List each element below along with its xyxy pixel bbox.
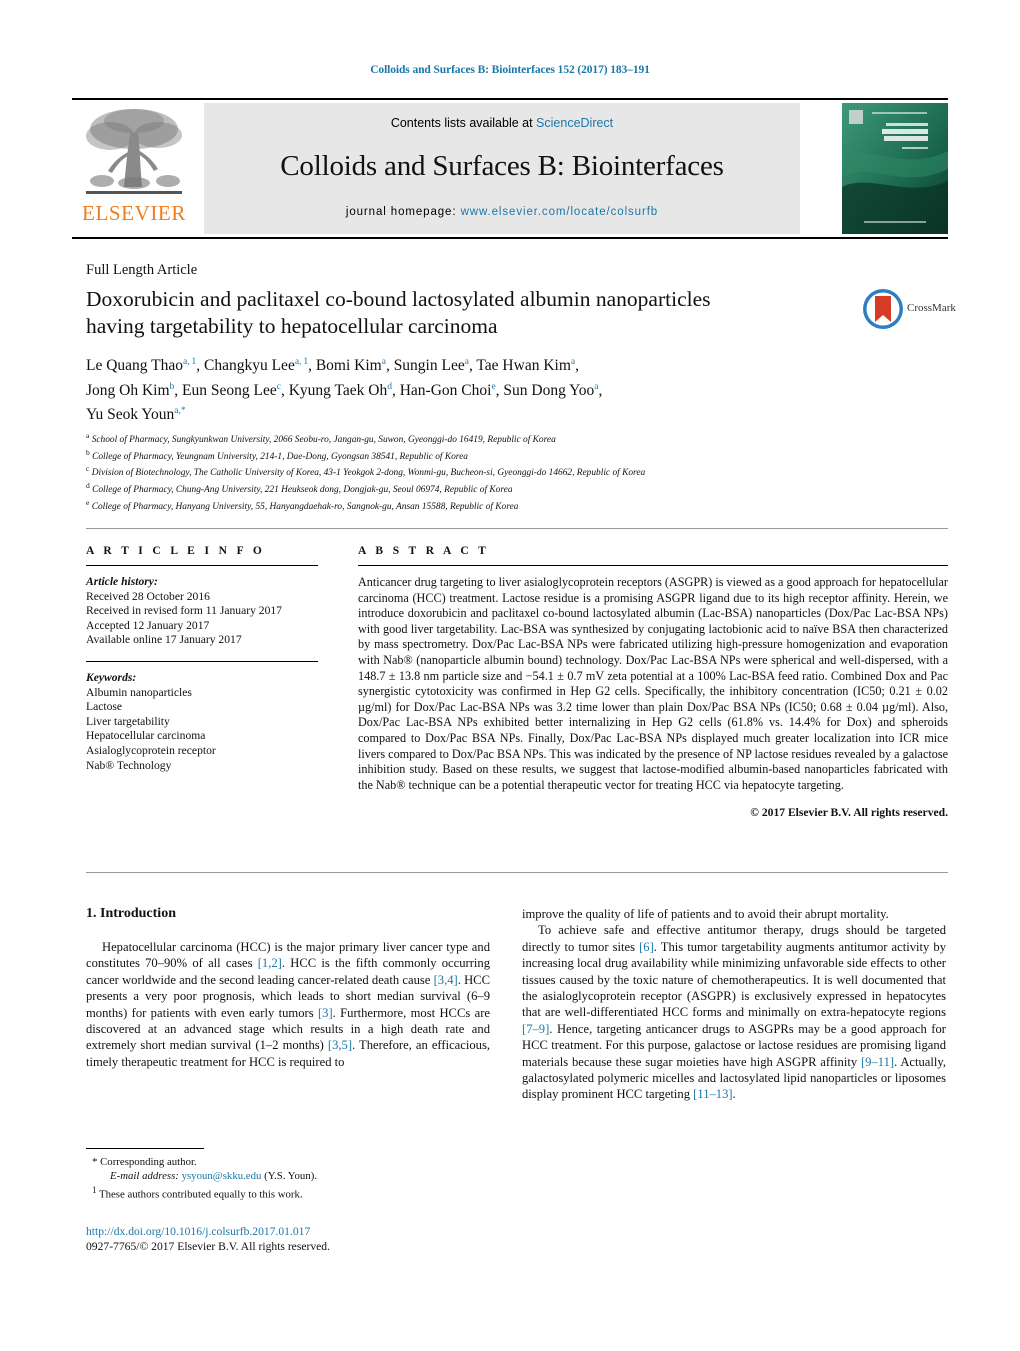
- citation-ref[interactable]: [7–9]: [522, 1022, 549, 1036]
- elsevier-wordmark: ELSEVIER: [82, 201, 186, 225]
- affiliation-item: a School of Pharmacy, Sungkyunkwan Unive…: [86, 430, 916, 447]
- affiliation-item: c Division of Biotechnology, The Catholi…: [86, 463, 916, 480]
- body-column-right: improve the quality of life of patients …: [522, 906, 946, 1103]
- article-history: Article history: Received 28 October 201…: [86, 575, 318, 648]
- affiliation-mark: d: [86, 481, 90, 491]
- crossmark-badge[interactable]: CrossMark: [862, 288, 958, 334]
- affiliation-list: a School of Pharmacy, Sungkyunkwan Unive…: [86, 430, 916, 514]
- author-list: Le Quang Thaoa, 1, Changkyu Leea, 1, Bom…: [86, 357, 603, 424]
- affiliation-text: College of Pharmacy, Chung-Ang Universit…: [92, 485, 513, 496]
- contents-prefix: Contents lists available at: [390, 116, 537, 130]
- keyword-item: Asialoglycoprotein receptor: [86, 743, 216, 757]
- keyword-list: Keywords: Albumin nanoparticles Lactose …: [86, 671, 318, 773]
- article-page: Colloids and Surfaces B: Biointerfaces 1…: [0, 0, 1020, 1351]
- affiliation-item: d College of Pharmacy, Chung-Ang Univers…: [86, 480, 916, 497]
- elsevier-tree-icon: [86, 109, 182, 194]
- doi-link[interactable]: http://dx.doi.org/10.1016/j.colsurfb.201…: [86, 1225, 310, 1238]
- article-history-label: Article history:: [86, 575, 158, 588]
- corresponding-author-note: * Corresponding author.: [86, 1155, 506, 1169]
- keyword-item: Albumin nanoparticles: [86, 685, 192, 699]
- article-info-heading: A R T I C L E I N F O: [86, 545, 266, 557]
- intro-text-e: .: [732, 1087, 736, 1102]
- cover-artwork: [842, 103, 948, 234]
- history-item: Accepted 12 January 2017: [86, 618, 210, 632]
- homepage-label: journal homepage:: [345, 206, 457, 218]
- equal-text: These authors contributed equally to thi…: [99, 1189, 303, 1201]
- email-link[interactable]: ysyoun@skku.edu: [182, 1170, 262, 1182]
- journal-homepage-line: journal homepage: www.elsevier.com/locat…: [204, 206, 800, 218]
- article-info-block: A R T I C L E I N F O Article history: R…: [86, 545, 318, 773]
- keyword-item: Hepatocellular carcinoma: [86, 729, 206, 743]
- citation-ref[interactable]: [3,4]: [434, 973, 458, 987]
- affiliation-item: e College of Pharmacy, Hanyang Universit…: [86, 497, 916, 514]
- corresponding-text: Corresponding author.: [100, 1156, 197, 1168]
- citation-ref[interactable]: [3]: [318, 1006, 333, 1020]
- crossmark-icon: [863, 289, 903, 329]
- body-column-left: 1. Introduction Hepatocellular carcinoma…: [86, 906, 490, 1070]
- citation-ref[interactable]: [9–11]: [861, 1055, 894, 1069]
- affiliation-mark: a: [86, 431, 90, 440]
- affiliation-mark: e: [86, 497, 90, 507]
- masthead-center-band: Contents lists available at ScienceDirec…: [204, 103, 800, 234]
- article-type-label: Full Length Article: [86, 262, 198, 278]
- abstract-copyright: © 2017 Elsevier B.V. All rights reserved…: [750, 806, 948, 820]
- journal-title: Colloids and Surfaces B: Biointerfaces: [280, 150, 724, 182]
- equal-mark: 1: [92, 1185, 97, 1196]
- article-info-rule: [86, 565, 318, 566]
- info-block-bottom-rule: [86, 872, 948, 873]
- abstract-heading: A B S T R A C T: [358, 545, 490, 557]
- affiliation-mark: c: [86, 464, 90, 474]
- keywords-label: Keywords:: [86, 670, 137, 684]
- keyword-item: Lactose: [86, 700, 123, 714]
- journal-masthead: ELSEVIER Contents lists available at Sci…: [72, 98, 948, 239]
- journal-cover-thumbnail: [842, 103, 948, 234]
- intro-paragraph-left: Hepatocellular carcinoma (HCC) is the ma…: [86, 939, 490, 1070]
- email-note: E-mail address: ysyoun@skku.edu (Y.S. Yo…: [86, 1169, 506, 1183]
- keyword-item: Nab® Technology: [86, 758, 172, 772]
- section-heading-introduction: 1. Introduction: [86, 906, 176, 921]
- sciencedirect-link[interactable]: ScienceDirect: [536, 116, 613, 130]
- affiliation-text: School of Pharmacy, Sungkyunkwan Univers…: [91, 435, 556, 446]
- info-block-top-rule: [86, 528, 948, 529]
- affiliation-text: College of Pharmacy, Hanyang University,…: [91, 502, 519, 512]
- keywords-rule: [86, 660, 318, 662]
- doi-block: http://dx.doi.org/10.1016/j.colsurfb.201…: [86, 1224, 506, 1254]
- history-item: Available online 17 January 2017: [86, 633, 242, 647]
- affiliation-text: Division of Biotechnology, The Catholic …: [91, 468, 646, 479]
- affiliation-item: b College of Pharmacy, Yeungnam Universi…: [86, 447, 916, 464]
- history-item: Received 28 October 2016: [86, 589, 210, 603]
- footnote-block: * Corresponding author. E-mail address: …: [86, 1155, 506, 1202]
- corresponding-mark: *: [92, 1156, 98, 1168]
- history-item: Received in revised form 11 January 2017: [86, 604, 282, 618]
- affiliation-mark: b: [86, 447, 90, 457]
- email-label: E-mail address:: [110, 1170, 179, 1183]
- keyword-item: Liver targetability: [86, 714, 170, 728]
- abstract-text: Anticancer drug targeting to liver asial…: [358, 575, 948, 792]
- crossmark-label: CrossMark: [907, 302, 956, 314]
- citation-ref[interactable]: [3,5]: [328, 1038, 352, 1052]
- page-title: Doxorubicin and paclitaxel co-bound lact…: [86, 287, 711, 338]
- issn-copyright-line: 0927-7765/© 2017 Elsevier B.V. All right…: [86, 1240, 330, 1253]
- running-head: Colloids and Surfaces B: Biointerfaces 1…: [370, 64, 650, 76]
- abstract-rule: [358, 565, 948, 566]
- citation-ref[interactable]: [6]: [639, 940, 654, 954]
- footnote-rule: [86, 1148, 204, 1149]
- homepage-url-link[interactable]: www.elsevier.com/locate/colsurfb: [461, 206, 659, 218]
- intro-paragraph-right-1: improve the quality of life of patients …: [522, 907, 889, 921]
- equal-contribution-note: 1 These authors contributed equally to t…: [86, 1183, 506, 1202]
- abstract-block: A B S T R A C T Anticancer drug targetin…: [358, 545, 948, 819]
- elsevier-logo: ELSEVIER: [72, 103, 196, 235]
- citation-ref[interactable]: [1,2]: [258, 956, 282, 970]
- email-suffix: (Y.S. Youn).: [264, 1170, 318, 1183]
- contents-available-line: Contents lists available at ScienceDirec…: [204, 103, 800, 130]
- intro-paragraph-right-2: To achieve safe and effective antitumor …: [522, 922, 946, 1102]
- citation-ref[interactable]: [11–13]: [693, 1087, 732, 1101]
- affiliation-text: College of Pharmacy, Yeungnam University…: [92, 451, 468, 462]
